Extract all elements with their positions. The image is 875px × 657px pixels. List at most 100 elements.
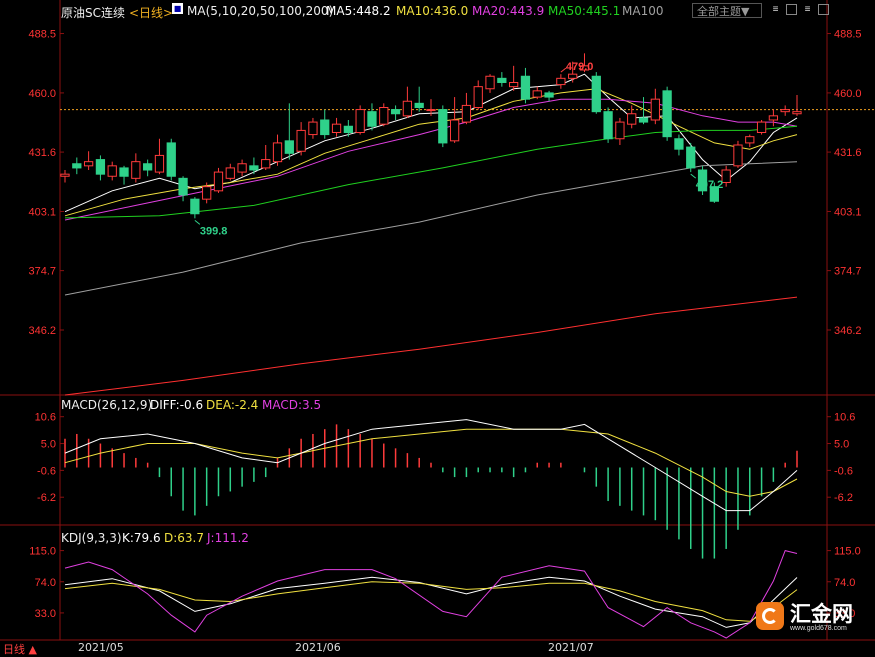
- y-tick-label-right: 374.7: [834, 266, 862, 278]
- candle-up: [615, 121, 625, 140]
- candle-up: [556, 77, 566, 86]
- kdj-d-line: [64, 581, 798, 622]
- symbol-title: 原油SC连续: [61, 6, 125, 20]
- high-label: 479.0: [566, 61, 594, 73]
- ma100-value: MA100: [622, 4, 664, 18]
- candle-up: [131, 161, 141, 179]
- ma20-value: MA20:443.9: [472, 4, 545, 18]
- candle-down: [520, 75, 531, 100]
- footer-bar: 日线 ▲ 2021/05 2021/06 2021/07: [0, 640, 875, 657]
- period-button[interactable]: 日线 ▲: [3, 641, 37, 657]
- logo-url: www.gold678.com: [790, 625, 847, 632]
- maximize-icon[interactable]: [818, 4, 829, 15]
- candle-down: [320, 119, 330, 136]
- y-tick-label-right: 346.2: [834, 325, 862, 337]
- candle-up: [627, 113, 637, 125]
- y-tick-label-left: -0.6: [37, 465, 56, 477]
- candle-down: [367, 111, 377, 127]
- candle-down: [603, 111, 613, 140]
- date-label: 2021/05: [78, 641, 124, 654]
- candle-down: [686, 146, 696, 169]
- annotation-pointer: [194, 219, 201, 225]
- macd-dea: DEA:-2.4: [206, 398, 259, 412]
- macd-diff: DIFF:-0.6: [150, 398, 204, 412]
- theme-select[interactable]: 全部主题▼: [692, 3, 762, 18]
- logo-icon: [756, 602, 784, 630]
- y-tick-label-left: 431.6: [28, 147, 56, 159]
- candle-up: [402, 100, 413, 117]
- candle-up: [768, 115, 779, 121]
- y-tick-label-left: 115.0: [29, 546, 56, 558]
- y-tick-label-right: 488.5: [834, 29, 862, 41]
- candle-down: [414, 102, 424, 109]
- candles: [60, 53, 802, 219]
- gold678-logo: 汇金网 www.gold678.com: [752, 596, 864, 636]
- candle-down: [249, 165, 259, 171]
- y-tick-label-left: 5.0: [41, 439, 56, 451]
- candle-up: [650, 98, 660, 121]
- candle-up: [213, 171, 224, 192]
- candle-up: [272, 142, 283, 163]
- y-tick-label-right: -0.6: [834, 465, 853, 477]
- candle-down: [591, 75, 601, 113]
- candle-down: [497, 77, 507, 84]
- ma-lines: [64, 73, 798, 396]
- y-tick-label-right: 460.0: [834, 88, 862, 100]
- candle-up: [756, 121, 767, 134]
- candle-up: [60, 173, 70, 177]
- candle-down: [662, 90, 672, 138]
- candle-up: [461, 104, 472, 123]
- y-tick-label-right: 10.6: [834, 412, 855, 424]
- y-tick-label-right: -6.2: [834, 492, 853, 504]
- indicator-icon[interactable]: ≡: [770, 4, 781, 15]
- candle-up: [379, 107, 389, 125]
- candle-up: [261, 159, 271, 169]
- kdj-panel: [64, 550, 798, 639]
- candle-up: [355, 109, 365, 134]
- candle-down: [544, 92, 554, 98]
- ma5-value: MA5:448.2: [326, 4, 391, 18]
- kdj-k: K:79.6: [122, 531, 161, 545]
- candle-up: [308, 121, 318, 136]
- candle-down: [343, 125, 353, 133]
- candle-up: [780, 109, 790, 113]
- candle-down: [638, 117, 649, 123]
- candle-up: [296, 129, 306, 152]
- candle-up: [485, 75, 495, 90]
- candle-down: [119, 167, 129, 177]
- ma-params: MA(5,10,20,50,100,200): [187, 4, 334, 18]
- y-tick-label-left: 346.2: [28, 325, 56, 337]
- window-icon[interactable]: [786, 4, 797, 15]
- candle-up: [733, 144, 743, 167]
- candle-down: [284, 140, 294, 154]
- annotation-pointer: [690, 173, 697, 179]
- kdj-params: KDJ(9,3,3): [61, 531, 122, 545]
- candle-up: [83, 161, 94, 167]
- y-tick-label-left: 33.0: [35, 608, 56, 620]
- ma-toggle-icon[interactable]: ■: [172, 3, 183, 14]
- low-label: 407.2: [696, 179, 724, 191]
- candle-up: [237, 163, 247, 173]
- candle-down: [390, 109, 401, 115]
- candle-up: [509, 82, 519, 88]
- candle-up: [331, 123, 342, 133]
- candle-up: [745, 136, 755, 144]
- y-tick-label-left: 460.0: [28, 88, 56, 100]
- ma100-line: [64, 161, 798, 296]
- macd-params: MACD(26,12,9): [61, 398, 153, 412]
- y-tick-label-left: 374.7: [28, 266, 56, 278]
- settings-icon[interactable]: ≡: [802, 4, 813, 15]
- candle-down: [143, 163, 153, 171]
- candle-down: [72, 163, 82, 169]
- kdj-j: J:111.2: [207, 531, 249, 545]
- candle-down: [674, 138, 684, 150]
- date-label: 2021/07: [548, 641, 594, 654]
- candle-down: [178, 177, 188, 196]
- candle-up: [473, 86, 483, 108]
- chart-canvas[interactable]: 488.5 488.5 460.0 460.0 431.6 431.6 403.1 403.1…: [0, 0, 875, 657]
- y-tick-label-right: 403.1: [834, 206, 862, 218]
- candle-up: [792, 111, 802, 115]
- y-tick-label-right: 74.0: [834, 577, 855, 589]
- y-tick-label-right: 431.6: [834, 147, 862, 159]
- y-tick-label-left: 488.5: [28, 29, 56, 41]
